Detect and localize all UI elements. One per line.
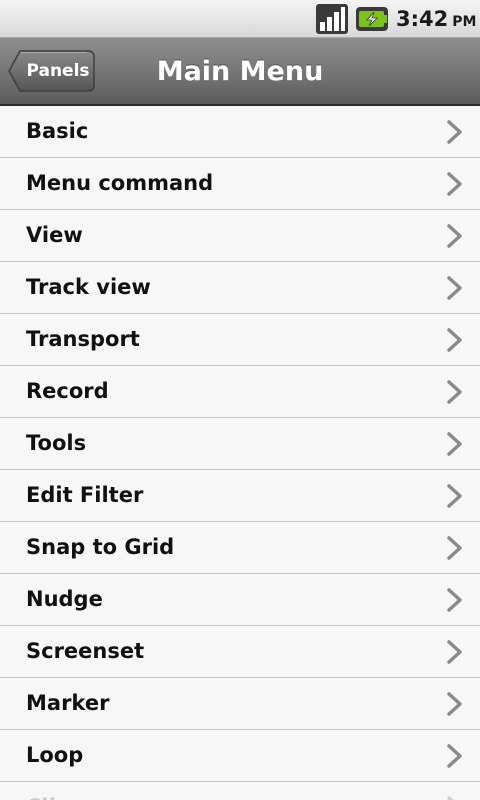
status-bar: 3:42 PM (0, 0, 480, 38)
chevron-right-icon (447, 484, 462, 508)
menu-item-label: Tools (26, 431, 87, 455)
signal-icon (316, 4, 348, 34)
menu-item-label: Snap to Grid (26, 535, 175, 559)
menu-item-label: Transport (26, 327, 140, 351)
panels-back-button[interactable]: Panels (8, 49, 96, 93)
menu-item-edit-filter[interactable]: Edit Filter (0, 470, 480, 522)
chevron-right-icon (447, 328, 462, 352)
menu-item-marker[interactable]: Marker (0, 678, 480, 730)
menu-item-tools[interactable]: Tools (0, 418, 480, 470)
menu-item-clip[interactable]: Clip (0, 782, 480, 800)
chevron-right-icon (447, 744, 462, 768)
chevron-right-icon (447, 588, 462, 612)
menu-item-nudge[interactable]: Nudge (0, 574, 480, 626)
chevron-right-icon (447, 120, 462, 144)
chevron-right-icon (447, 536, 462, 560)
menu-item-label: Clip (26, 782, 71, 800)
menu-item-snap-to-grid[interactable]: Snap to Grid (0, 522, 480, 574)
menu-item-label: Screenset (26, 639, 145, 663)
battery-charging-icon (356, 7, 388, 31)
clock-time: 3:42 (396, 7, 449, 31)
title-bar: Panels Main Menu (0, 38, 480, 106)
menu-list[interactable]: Basic Menu command View Track view Trans… (0, 106, 480, 800)
chevron-right-icon (447, 172, 462, 196)
menu-item-label: View (26, 223, 83, 247)
chevron-right-icon (447, 432, 462, 456)
menu-item-label: Menu command (26, 171, 214, 195)
menu-item-loop[interactable]: Loop (0, 730, 480, 782)
menu-item-screenset[interactable]: Screenset (0, 626, 480, 678)
menu-item-label: Marker (26, 691, 110, 715)
menu-item-track-view[interactable]: Track view (0, 262, 480, 314)
page-title: Main Menu (156, 56, 324, 87)
menu-item-label: Edit Filter (26, 483, 144, 507)
menu-item-label: Nudge (26, 587, 103, 611)
menu-item-record[interactable]: Record (0, 366, 480, 418)
chevron-right-icon (447, 796, 454, 800)
chevron-right-icon (447, 692, 462, 716)
menu-item-label: Loop (26, 743, 84, 767)
menu-item-label: Track view (26, 275, 151, 299)
chevron-right-icon (447, 640, 462, 664)
menu-item-view[interactable]: View (0, 210, 480, 262)
clock-ampm: PM (452, 14, 477, 30)
menu-item-basic[interactable]: Basic (0, 106, 480, 158)
back-button-label: Panels (26, 61, 90, 81)
menu-item-menu-command[interactable]: Menu command (0, 158, 480, 210)
menu-item-transport[interactable]: Transport (0, 314, 480, 366)
menu-item-label: Record (26, 379, 109, 403)
chevron-right-icon (447, 276, 462, 300)
chevron-right-icon (447, 224, 462, 248)
menu-item-label: Basic (26, 119, 89, 143)
chevron-right-icon (447, 380, 462, 404)
clock: 3:42 PM (396, 5, 476, 33)
